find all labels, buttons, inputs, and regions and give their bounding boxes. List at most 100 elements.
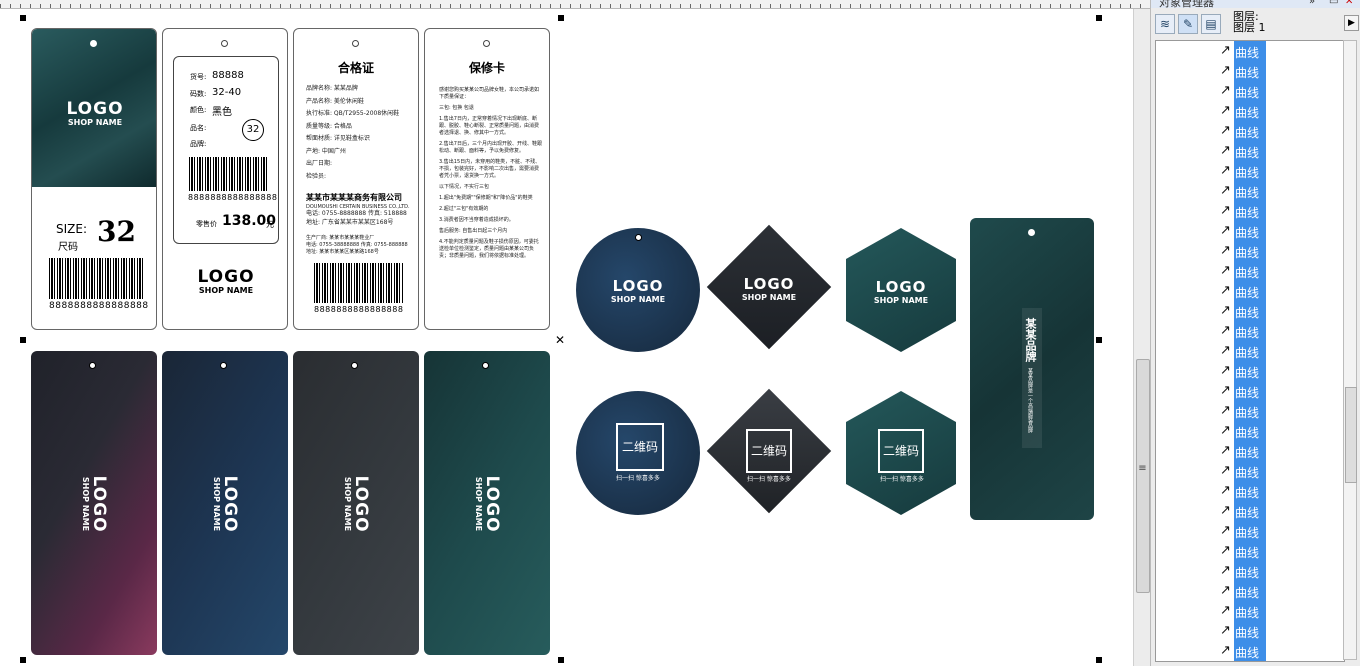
object-manager-panel: 对象管理器 » ▭ ✕ ≋ ✎ ▤ 图层: 图层 1 ▶ ↗ 曲线 ↗ 曲线 ↗ 曲线 ↗ 曲… (1150, 0, 1360, 666)
tree-item-curve[interactable]: ↗ 曲线 (1220, 41, 1340, 61)
tree-item-curve[interactable]: ↗ 曲线 (1220, 281, 1340, 301)
tree-item-curve[interactable]: ↗ 曲线 (1220, 421, 1340, 441)
tree-item-label: 曲线 (1235, 306, 1260, 320)
qr-code: 二维码 (878, 429, 924, 473)
tree-item-label: 曲线 (1235, 286, 1260, 300)
curve-icon: ↗ (1220, 43, 1231, 58)
certificate-row: 产地: 中国广州 (306, 147, 346, 155)
tree-item-curve[interactable]: ↗ 曲线 (1220, 101, 1340, 121)
drawing-canvas[interactable]: ✕ LOGO SHOP NAME SIZE: 尺码 32 88888888888… (0, 9, 1133, 666)
tree-item-label: 曲线 (1235, 406, 1260, 420)
price-label: 零售价 (196, 220, 217, 228)
tree-item-curve[interactable]: ↗ 曲线 (1220, 161, 1340, 181)
tag-hang-brand[interactable]: 某某品牌 某某品牌是一个高端服装品牌 (970, 218, 1094, 520)
tag-long-teal[interactable]: LOGO SHOP NAME (424, 351, 550, 655)
tree-item-label: 曲线 (1235, 326, 1260, 340)
show-properties-icon[interactable]: ≋ (1155, 14, 1175, 34)
tree-item-label: 曲线 (1235, 586, 1260, 600)
warranty-line: 三包: 包换 包退 (439, 105, 474, 111)
color-value: 黑色 (212, 107, 232, 118)
tree-item-curve[interactable]: ↗ 曲线 (1220, 221, 1340, 241)
tree-item-curve[interactable]: ↗ 曲线 (1220, 201, 1340, 221)
tree-item-curve[interactable]: ↗ 曲线 (1220, 461, 1340, 481)
scroll-thumb[interactable] (1136, 359, 1150, 593)
tree-item-curve[interactable]: ↗ 曲线 (1220, 181, 1340, 201)
canvas-vertical-scrollbar[interactable]: ≡ (1133, 9, 1151, 666)
tree-scrollbar[interactable] (1343, 40, 1357, 660)
restore-icon[interactable]: ▭ (1329, 0, 1338, 7)
selection-handle[interactable] (1096, 15, 1102, 21)
tree-item-label: 曲线 (1235, 546, 1260, 560)
tree-item-curve[interactable]: ↗ 曲线 (1220, 621, 1340, 641)
tree-item-curve[interactable]: ↗ 曲线 (1220, 301, 1340, 321)
tree-item-label: 曲线 (1235, 366, 1260, 380)
tree-item-curve[interactable]: ↗ 曲线 (1220, 321, 1340, 341)
selection-handle[interactable] (1096, 337, 1102, 343)
curve-icon: ↗ (1220, 323, 1231, 338)
tree-item-curve[interactable]: ↗ 曲线 (1220, 561, 1340, 581)
tree-item-curve[interactable]: ↗ 曲线 (1220, 441, 1340, 461)
selection-handle[interactable] (1096, 657, 1102, 663)
curve-icon: ↗ (1220, 143, 1231, 158)
curve-icon: ↗ (1220, 463, 1231, 478)
panel-toolbar: ≋ ✎ ▤ (1155, 14, 1221, 36)
tag-price[interactable]: 货号: 88888 码数: 32-40 颜色: 黑色 品名: 品牌: 32 88… (162, 28, 288, 330)
tag-certificate[interactable]: 合格证 品牌名称: 某某品牌 产品名称: 美伦休闲鞋 执行标准: QB/T2955-… (293, 28, 419, 330)
close-icon[interactable]: ✕ (1345, 0, 1353, 7)
tag-long-wine[interactable]: LOGO SHOP NAME (31, 351, 157, 655)
tree-item-curve[interactable]: ↗ 曲线 (1220, 121, 1340, 141)
tag-circle-qr[interactable]: 二维码 扫一扫 惊喜多多 (576, 391, 700, 515)
tree-item-curve[interactable]: ↗ 曲线 (1220, 581, 1340, 601)
selection-handle[interactable] (20, 657, 26, 663)
barcode (189, 157, 267, 191)
tag-hole (221, 40, 228, 47)
barcode (314, 263, 404, 303)
curve-icon: ↗ (1220, 223, 1231, 238)
tree-item-curve[interactable]: ↗ 曲线 (1220, 341, 1340, 361)
expand-icon[interactable]: » (1309, 0, 1315, 7)
tag-long-charcoal[interactable]: LOGO SHOP NAME (293, 351, 419, 655)
tag-warranty[interactable]: 保修卡 感谢您购买某某公司品牌女鞋，本公司承诺如下质量保证： 三包: 包换 包退 1… (424, 28, 550, 330)
tree-item-curve[interactable]: ↗ 曲线 (1220, 61, 1340, 81)
brand-label: 品牌: (190, 140, 207, 148)
tree-item-curve[interactable]: ↗ 曲线 (1220, 521, 1340, 541)
warranty-line: 1.售出7日内，正常穿着情况下出现断底、断跟、脱胶、鞋心断裂、正常质量问题，由消… (439, 116, 540, 136)
tree-item-curve[interactable]: ↗ 曲线 (1220, 601, 1340, 621)
tree-item-curve[interactable]: ↗ 曲线 (1220, 81, 1340, 101)
certificate-row: 质量等级: 合格品 (306, 122, 352, 130)
code-value: 32-40 (212, 87, 242, 98)
tree-item-curve[interactable]: ↗ 曲线 (1220, 141, 1340, 161)
panel-menu-arrow-icon[interactable]: ▶ (1344, 15, 1359, 31)
barcode-number: 8888888888888888 (49, 301, 149, 311)
tree-item-curve[interactable]: ↗ 曲线 (1220, 361, 1340, 381)
layer-manager-icon[interactable]: ▤ (1201, 14, 1221, 34)
tree-item-curve[interactable]: ↗ 曲线 (1220, 401, 1340, 421)
tag-long-navy[interactable]: LOGO SHOP NAME (162, 351, 288, 655)
size-value: 32 (97, 215, 136, 248)
tree-item-curve[interactable]: ↗ 曲线 (1220, 541, 1340, 561)
tree-item-label: 曲线 (1235, 66, 1260, 80)
selection-handle[interactable] (20, 337, 26, 343)
curve-icon: ↗ (1220, 263, 1231, 278)
tree-item-curve[interactable]: ↗ 曲线 (1220, 241, 1340, 261)
selection-handle[interactable] (20, 15, 26, 21)
object-tree[interactable]: ↗ 曲线 ↗ 曲线 ↗ 曲线 ↗ 曲线 ↗ 曲线 ↗ 曲线 ↗ 曲线 ↗ 曲线 ↗ 曲线 ↗ 曲线 ↗ 曲线 ↗ 曲线 ↗ 曲线 ↗… (1155, 40, 1345, 662)
selection-handle[interactable] (558, 15, 564, 21)
tag-circle-logo[interactable]: LOGO SHOP NAME (576, 228, 700, 352)
edit-across-layers-icon[interactable]: ✎ (1178, 14, 1198, 34)
tree-item-curve[interactable]: ↗ 曲线 (1220, 381, 1340, 401)
tag-size[interactable]: LOGO SHOP NAME SIZE: 尺码 32 8888888888888… (31, 28, 157, 330)
rotation-center-icon[interactable]: ✕ (555, 333, 565, 347)
tree-item-curve[interactable]: ↗ 曲线 (1220, 641, 1340, 661)
logo: LOGO SHOP NAME (474, 475, 502, 533)
selection-handle[interactable] (558, 657, 564, 663)
tree-item-curve[interactable]: ↗ 曲线 (1220, 261, 1340, 281)
tree-item-label: 曲线 (1235, 526, 1260, 540)
tree-item-curve[interactable]: ↗ 曲线 (1220, 501, 1340, 521)
scroll-thumb[interactable] (1345, 387, 1357, 483)
curve-icon: ↗ (1220, 363, 1231, 378)
curve-icon: ↗ (1220, 163, 1231, 178)
tree-item-curve[interactable]: ↗ 曲线 (1220, 481, 1340, 501)
tree-item-label: 曲线 (1235, 246, 1260, 260)
item-value: 88888 (212, 70, 244, 81)
